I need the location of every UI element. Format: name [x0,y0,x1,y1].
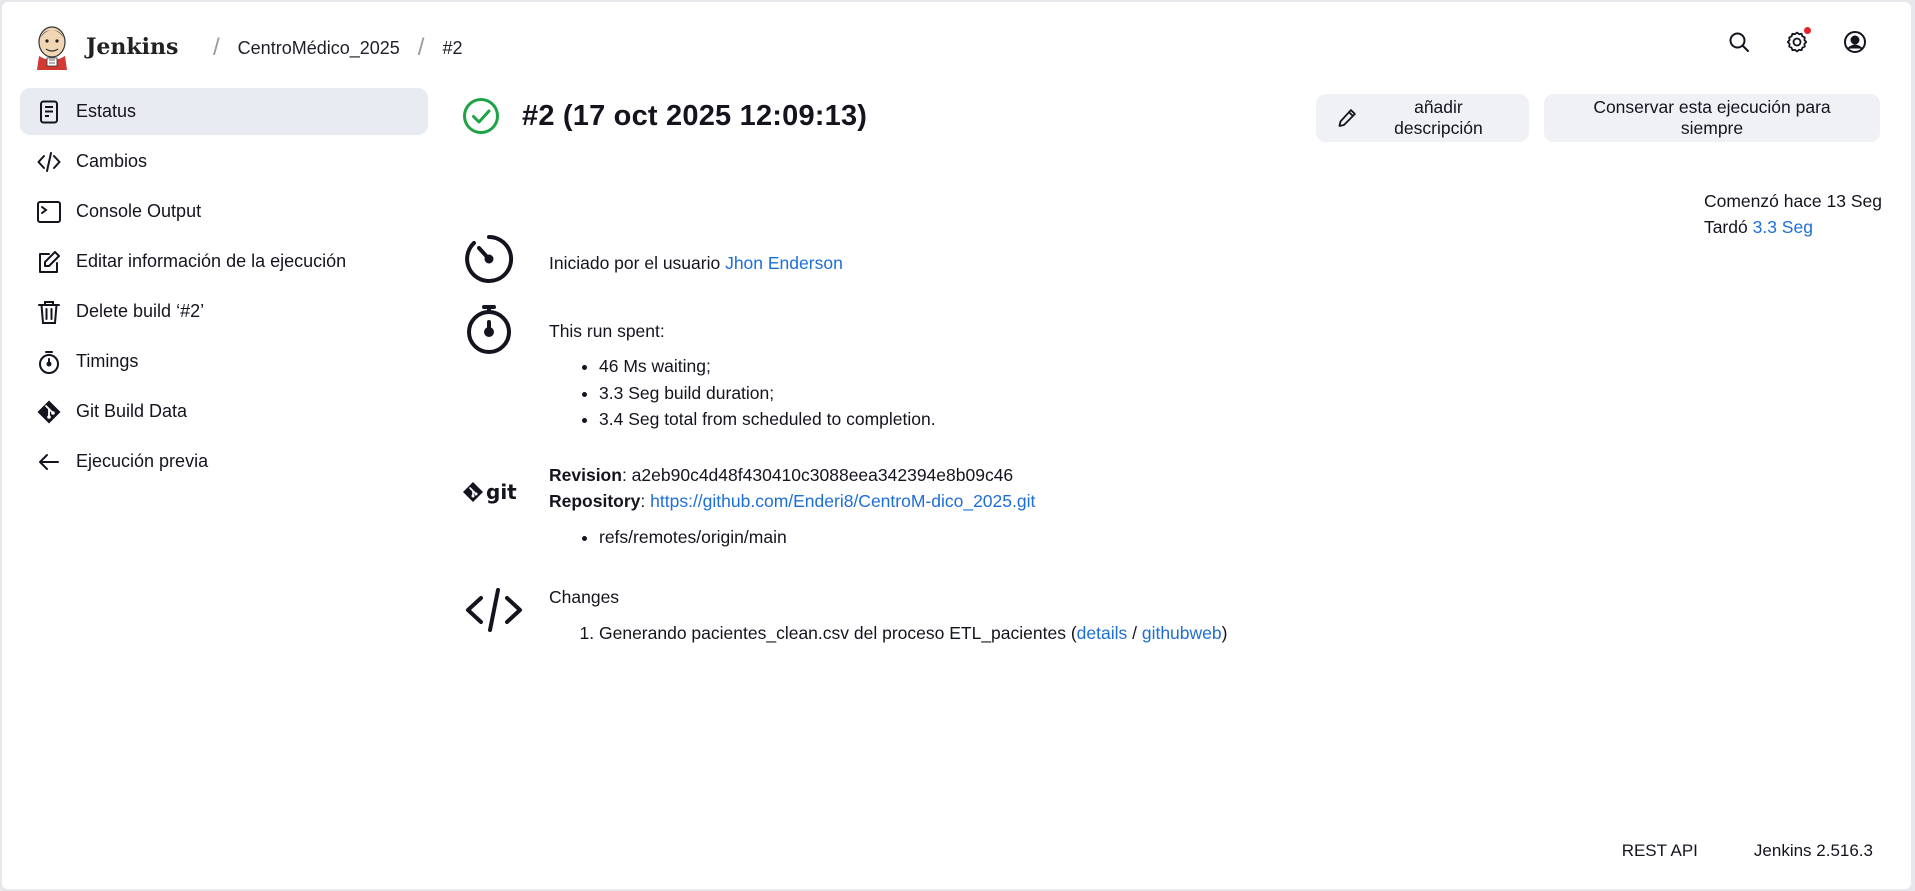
add-description-button[interactable]: añadir descripción [1316,94,1529,142]
sidebar-item-timings[interactable]: Timings [20,338,428,385]
arrow-left-icon [39,453,59,470]
success-check-icon [463,98,499,134]
sidebar-item-editar[interactable]: Editar información de la ejecución [20,238,428,285]
sidebar-item-label: Timings [76,351,139,371]
took-line: Tardó 3.3 Seg [1704,214,1882,240]
revision-hash: : a2eb90c4d48f430410c3088eea342394e8b09c… [621,465,1014,485]
stopwatch-icon [39,350,59,374]
code-icon [466,588,522,632]
page-title: #2 (17 oct 2025 12:09:13) [522,100,868,132]
sidebar-item-label: Estatus [76,101,137,121]
user-icon [1844,31,1866,53]
add-description-label: añadir descripción [1394,97,1483,138]
list-item: 3.4 Seg total from scheduled to completi… [599,406,936,433]
list-item: Generando pacientes_clean.csv del proces… [599,620,1227,647]
githubweb-link[interactable]: githubweb [1142,623,1222,643]
sidebar-item-delete-build[interactable]: Delete build ‘#2’ [20,288,428,335]
user-trigger-clock-icon [465,234,514,283]
revision-label: Revision [549,465,622,485]
sidebar-item-ejecucion-previa[interactable]: Ejecución previa [20,438,428,485]
breadcrumb-build[interactable]: #2 [442,38,462,59]
keep-forever-label: Conservar esta ejecución para siempre [1593,97,1831,138]
repository-line: Repository: https://github.com/Enderi8/C… [549,488,1035,514]
list-item: refs/remotes/origin/main [599,524,1035,551]
search-icon [1729,32,1749,52]
edit-icon [39,250,60,273]
git-logo-icon: git [463,480,517,504]
sidebar-item-label: Ejecución previa [76,451,209,471]
changes-content: Changes Generando pacientes_clean.csv de… [549,584,1227,647]
took-duration-link[interactable]: 3.3 Seg [1753,217,1813,237]
list-item: 3.3 Seg build duration; [599,380,936,407]
jenkins-logo-icon [37,26,67,70]
sidebar-item-console-output[interactable]: Console Output [20,188,428,235]
details-link[interactable]: details [1077,623,1128,643]
sidebar-item-label: Delete build ‘#2’ [76,301,205,321]
user-menu-button[interactable] [1843,30,1867,54]
run-spent-list: 46 Ms waiting; 3.3 Seg build duration; 3… [549,353,936,433]
sidebar-item-cambios[interactable]: Cambios [20,138,428,185]
repository-label: Repository [549,491,641,511]
search-button[interactable] [1727,30,1751,54]
close-paren: ) [1221,623,1228,643]
timing-summary: Comenzó hace 13 Seg Tardó 3.3 Seg [1704,188,1882,240]
code-icon [37,151,61,172]
sidebar: Estatus Cambios Console Output Editar in… [20,88,428,488]
pencil-icon [1338,109,1356,127]
run-spent-text: This run spent: 46 Ms waiting; 3.3 Seg b… [549,318,936,433]
repository-link[interactable]: https://github.com/Enderi8/CentroM-dico_… [650,491,1035,511]
notification-dot [1804,27,1811,34]
rest-api-link[interactable]: REST API [1622,841,1698,861]
link-separator: / [1127,623,1142,643]
breadcrumb-job[interactable]: CentroMédico_2025 [238,38,400,59]
change-message: Generando pacientes_clean.csv del proces… [599,623,1077,643]
keep-forever-button[interactable]: Conservar esta ejecución para siempre [1544,94,1880,142]
stopwatch-icon [467,305,511,354]
git-info: Revision: a2eb90c4d48f430410c3088eea3423… [549,462,1035,551]
changes-list: Generando pacientes_clean.csv del proces… [549,620,1227,647]
sidebar-item-label: Editar información de la ejecución [76,251,347,271]
footer: REST API Jenkins 2.516.3 [1622,841,1873,861]
sidebar-item-label: Console Output [76,201,202,221]
user-link[interactable]: Jhon Enderson [725,253,843,273]
brand-name: Jenkins [86,34,179,60]
jenkins-version-link[interactable]: Jenkins 2.516.3 [1754,841,1873,861]
started-by-prefix: Iniciado por el usuario [549,253,726,273]
run-spent-heading: This run spent: [549,321,665,341]
revision-line: Revision: a2eb90c4d48f430410c3088eea3423… [549,462,1035,488]
terminal-icon [37,200,61,223]
header-actions [1727,27,1867,54]
breadcrumb: / CentroMédico_2025 / #2 [195,34,462,62]
started-by-text: Iniciado por el usuario Jhon Enderson [549,250,843,276]
jenkins-page: Jenkins / CentroMédico_2025 / #2 Estatus… [2,2,1911,889]
svg-text:git: git [486,480,517,504]
took-label: Tardó [1703,217,1753,237]
sidebar-item-estatus[interactable]: Estatus [20,88,428,135]
sidebar-item-label: Cambios [76,151,148,171]
breadcrumb-separator: / [417,34,425,61]
started-ago: Comenzó hace 13 Seg [1703,191,1882,211]
sidebar-item-label: Git Build Data [76,401,188,421]
list-item: 46 Ms waiting; [599,353,936,380]
git-icon [37,400,61,423]
repository-separator: : [640,491,651,511]
build-title-row: #2 (17 oct 2025 12:09:13) añadir descrip… [462,88,1882,144]
breadcrumb-separator: / [213,34,220,61]
settings-button[interactable] [1785,27,1811,54]
sidebar-item-git-build-data[interactable]: Git Build Data [20,388,428,435]
main-content: #2 (17 oct 2025 12:09:13) añadir descrip… [462,88,1882,643]
document-icon [40,100,58,123]
refs-list: refs/remotes/origin/main [549,524,1035,551]
changes-heading: Changes [549,587,620,607]
trash-icon [38,300,60,324]
top-bar: Jenkins / CentroMédico_2025 / #2 [2,2,1911,90]
jenkins-home-link[interactable]: Jenkins [34,24,178,70]
